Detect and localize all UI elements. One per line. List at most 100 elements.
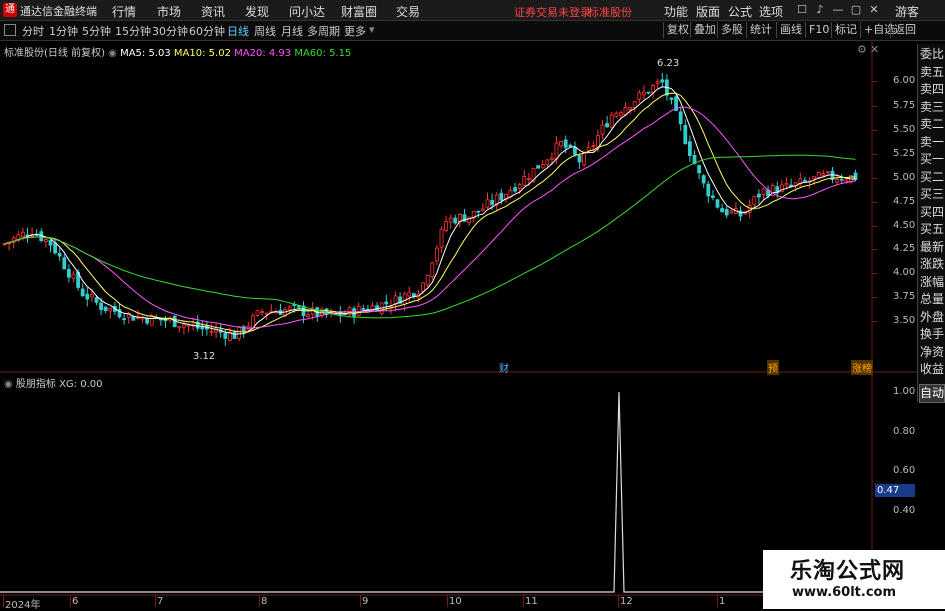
settings-circle-icon[interactable]: ◉ bbox=[108, 48, 120, 59]
tab-multi-period[interactable]: 多周期 bbox=[307, 23, 340, 39]
event-marker-ranking[interactable]: 涨榜 bbox=[851, 360, 873, 375]
menu-wealth-circle[interactable]: 财富圈 bbox=[341, 3, 377, 20]
back-button[interactable]: 返回 bbox=[890, 22, 919, 38]
quote-field-label[interactable]: 买四 bbox=[920, 204, 945, 221]
chart-canvas[interactable] bbox=[0, 41, 917, 609]
candle-body bbox=[839, 178, 844, 181]
f10-button[interactable]: F10 bbox=[805, 22, 832, 38]
quote-field-label[interactable]: 收益 bbox=[920, 361, 945, 378]
candle-body bbox=[296, 305, 301, 308]
candle-body bbox=[683, 125, 688, 145]
quote-field-label[interactable]: 买一 bbox=[920, 151, 945, 168]
chart-close-icon[interactable]: ✕ bbox=[870, 43, 879, 56]
price-tick-mark bbox=[872, 202, 877, 203]
statistics-button[interactable]: 统计 bbox=[746, 22, 775, 38]
tab-daily[interactable]: 日线 bbox=[227, 23, 249, 39]
indicator-settings-icon[interactable]: ◉ bbox=[4, 379, 16, 390]
quote-field-label[interactable]: 买五 bbox=[920, 221, 945, 238]
quote-field-label[interactable]: 买二 bbox=[920, 169, 945, 186]
quote-field-label[interactable]: 最新 bbox=[920, 239, 945, 256]
skin-icon[interactable]: ☐ bbox=[793, 2, 811, 18]
menu-trade[interactable]: 交易 bbox=[396, 3, 420, 20]
candle-body bbox=[62, 257, 67, 270]
close-icon[interactable]: ✕ bbox=[865, 2, 883, 18]
quote-field-label[interactable]: 卖三 bbox=[920, 99, 945, 116]
quote-field-label[interactable]: 卖四 bbox=[920, 81, 945, 98]
overlay-button[interactable]: 叠加 bbox=[690, 22, 719, 38]
menu-function[interactable]: 功能 bbox=[664, 3, 688, 20]
date-tick-mark bbox=[259, 595, 260, 607]
tab-60min[interactable]: 60分钟 bbox=[189, 23, 225, 39]
draw-line-button[interactable]: 画线 bbox=[776, 22, 805, 38]
menu-news[interactable]: 资讯 bbox=[201, 3, 225, 20]
candle-body bbox=[655, 80, 660, 84]
date-tick-mark bbox=[155, 595, 156, 607]
quote-field-label[interactable]: 换手 bbox=[920, 326, 945, 343]
title-bar: 通 通达信金融终端 行情 市场 资讯 发现 问小达 财富圈 交易 证券交易未登录… bbox=[0, 0, 945, 21]
tab-15min[interactable]: 15分钟 bbox=[115, 23, 151, 39]
candle-body bbox=[651, 85, 655, 93]
quote-field-label[interactable]: 涨幅 bbox=[920, 274, 945, 291]
quote-field-label[interactable]: 涨跌 bbox=[920, 256, 945, 273]
quote-field-label[interactable]: 卖五 bbox=[920, 64, 945, 81]
maximize-icon[interactable]: ▢ bbox=[847, 2, 865, 18]
quote-field-label[interactable]: 卖一 bbox=[920, 134, 945, 151]
menu-quotes[interactable]: 行情 bbox=[112, 3, 136, 20]
menu-assistant[interactable]: 问小达 bbox=[289, 3, 325, 20]
date-tick: 1 bbox=[719, 596, 726, 607]
bell-icon[interactable]: ♪ bbox=[811, 2, 829, 18]
price-tick-mark bbox=[872, 154, 877, 155]
event-marker-forecast[interactable]: 预 bbox=[767, 360, 779, 375]
tab-1min[interactable]: 1分钟 bbox=[49, 23, 78, 39]
adjust-button[interactable]: 复权 bbox=[663, 22, 692, 38]
multi-stock-button[interactable]: 多股 bbox=[717, 22, 746, 38]
price-tick: 5.25 bbox=[893, 148, 916, 159]
mark-button[interactable]: 标记 bbox=[831, 22, 860, 38]
candle-body bbox=[181, 324, 186, 328]
low-price-label: 3.12 bbox=[193, 351, 216, 362]
candle-body bbox=[356, 306, 361, 317]
more-chevron-icon[interactable]: ▾ bbox=[369, 23, 375, 36]
menu-discover[interactable]: 发现 bbox=[245, 3, 269, 20]
tab-time-sharing[interactable]: 分时 bbox=[22, 23, 44, 39]
menu-options[interactable]: 选项 bbox=[759, 3, 783, 20]
event-marker-finance[interactable]: 财 bbox=[499, 360, 509, 375]
candle-body bbox=[122, 318, 126, 321]
candle-body bbox=[186, 324, 191, 327]
quote-field-label[interactable]: 总量 bbox=[920, 291, 945, 308]
candle-body bbox=[573, 147, 577, 155]
candle-body bbox=[90, 294, 94, 298]
candle-body bbox=[430, 262, 435, 277]
quote-field-label[interactable]: 净资 bbox=[920, 344, 945, 361]
layout-icon[interactable] bbox=[4, 24, 16, 36]
tab-5min[interactable]: 5分钟 bbox=[82, 23, 111, 39]
menu-layout[interactable]: 版面 bbox=[696, 3, 720, 20]
tab-more[interactable]: 更多 bbox=[344, 23, 366, 39]
candle-body bbox=[563, 139, 568, 148]
quote-field-label[interactable]: 外盘 bbox=[920, 309, 945, 326]
tab-weekly[interactable]: 周线 bbox=[254, 23, 276, 39]
candle-body bbox=[632, 101, 637, 108]
candle-body bbox=[715, 199, 720, 208]
stock-label[interactable]: 标准股份(日线 前复权) bbox=[4, 48, 105, 59]
ma5-label: MA5: 5.03 bbox=[120, 48, 171, 59]
quote-field-label[interactable]: 买三 bbox=[920, 186, 945, 203]
menu-formula[interactable]: 公式 bbox=[728, 3, 752, 20]
quote-field-label[interactable]: 卖二 bbox=[920, 116, 945, 133]
candle-body bbox=[586, 146, 591, 151]
user-label[interactable]: 游客 bbox=[895, 3, 919, 20]
date-tick-mark bbox=[360, 595, 361, 607]
ma60-label: MA60: 5.15 bbox=[294, 48, 352, 59]
tab-30min[interactable]: 30分钟 bbox=[152, 23, 188, 39]
menu-market[interactable]: 市场 bbox=[157, 3, 181, 20]
quote-field-label[interactable]: 委比 bbox=[920, 46, 945, 63]
minimize-icon[interactable]: — bbox=[829, 2, 847, 18]
main-legend: 标准股份(日线 前复权) ◉ MA5: 5.03 MA10: 5.02 MA20… bbox=[4, 44, 351, 59]
chart-settings-icon[interactable]: ⚙ bbox=[857, 43, 867, 56]
login-notice[interactable]: 证券交易未登录 bbox=[514, 4, 591, 20]
indicator-label[interactable]: 股朋指标 XG: 0.00 bbox=[16, 379, 103, 390]
auto-toggle[interactable]: 自动 bbox=[919, 384, 945, 403]
candle-body bbox=[784, 182, 789, 186]
tab-monthly[interactable]: 月线 bbox=[281, 23, 303, 39]
candle-body bbox=[347, 307, 352, 316]
